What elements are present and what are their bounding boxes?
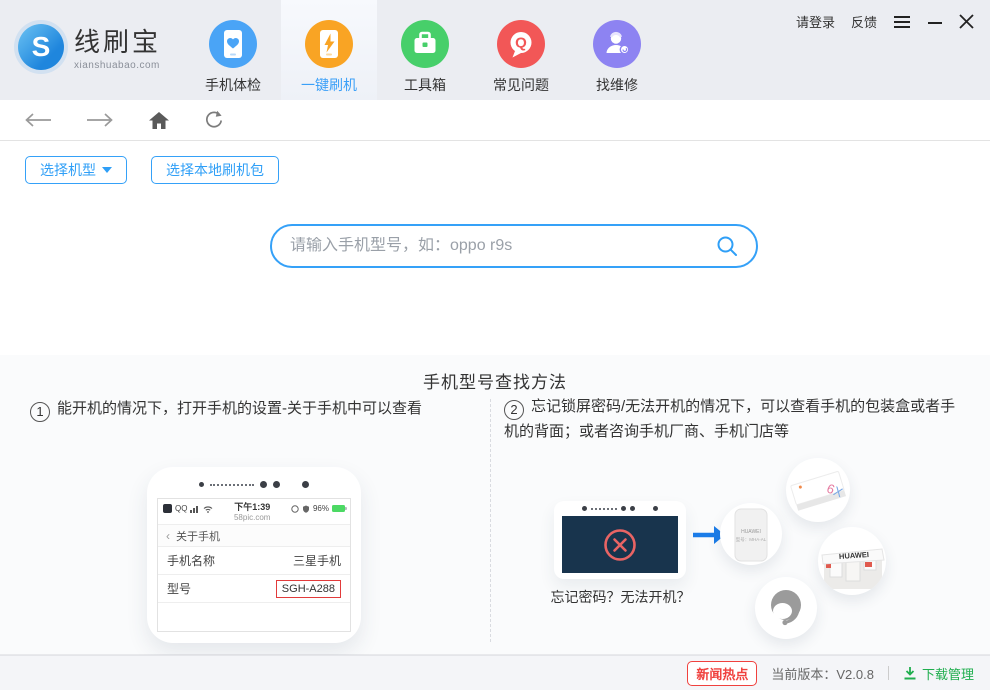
- locked-caption: 忘记密码？无法开机？: [550, 589, 691, 605]
- forward-icon[interactable]: [86, 112, 114, 128]
- step-text: 忘记锁屏密码/无法开机的情况下，可以查看手机的包装盒或者手机的背面；或者咨询手机…: [504, 398, 956, 441]
- battery-percent: 96%: [312, 504, 329, 513]
- select-model-label: 选择机型: [40, 162, 96, 178]
- back-icon[interactable]: [24, 112, 52, 128]
- store-illustration: HUAWEI: [818, 527, 886, 595]
- locked-phone-illustration: [554, 501, 686, 579]
- step-number: 1: [30, 402, 50, 423]
- phone-site: 58pic.com: [233, 512, 271, 522]
- shield-icon: [302, 505, 309, 513]
- step-number: 2: [504, 400, 524, 421]
- download-icon: [904, 667, 916, 680]
- packaging-box-illustration: 6X: [786, 458, 850, 522]
- search-icon[interactable]: [716, 235, 738, 257]
- model-number-highlight: SGH-A288: [275, 579, 341, 598]
- back-chevron-icon: ‹: [166, 528, 170, 543]
- browser-toolbar: [0, 100, 990, 141]
- nav-item-toolbox[interactable]: 工具箱: [377, 0, 473, 100]
- nav-item-faq[interactable]: Q 常见问题: [473, 0, 569, 100]
- version-label: 当前版本：V2.0.8: [771, 666, 874, 682]
- nav-item-phone-checkup[interactable]: 手机体检: [185, 0, 281, 100]
- repair-icon: [593, 20, 641, 68]
- step-text: 能开机的情况下，打开手机的设置-关于手机中可以查看: [57, 400, 422, 417]
- signal-icon: [190, 505, 199, 513]
- flash-phone-icon: [305, 20, 353, 68]
- about-phone-row: ‹ 关于手机: [158, 525, 350, 547]
- window-controls: 请登录 反馈: [796, 12, 974, 31]
- phone-speaker-dots: [147, 467, 361, 488]
- nav-item-find-repair[interactable]: 找维修: [569, 0, 665, 100]
- search-box: [270, 224, 758, 268]
- svg-text:Q: Q: [515, 35, 527, 52]
- nav-label: 手机体检: [205, 77, 261, 93]
- row-value: 三星手机: [292, 554, 341, 568]
- menu-icon[interactable]: [893, 15, 911, 29]
- app-logo: S 线刷宝 xianshuabao.com: [18, 22, 161, 71]
- model-number-row: 型号 SGH-A288: [158, 575, 350, 603]
- login-link[interactable]: 请登录: [796, 12, 835, 31]
- phone-back-illustration: HUAWEI 型号：MHA-AL: [720, 503, 782, 565]
- select-local-rom-label: 选择本地刷机包: [166, 162, 264, 178]
- nav-label: 一键刷机: [301, 77, 357, 93]
- select-model-button[interactable]: 选择机型: [25, 156, 127, 184]
- row-label: 型号: [167, 582, 192, 596]
- select-local-rom-button[interactable]: 选择本地刷机包: [151, 156, 279, 184]
- phone-screen: QQ 下午1:39 58pic.com 96% ‹ 关于手机 手机名称 三星手机…: [157, 498, 351, 632]
- error-screen: [562, 516, 678, 573]
- download-manager-button[interactable]: 下载管理: [903, 664, 974, 683]
- action-buttons: 选择机型 选择本地刷机包: [25, 156, 279, 184]
- guide-step-1: 1 能开机的情况下，打开手机的设置-关于手机中可以查看: [30, 397, 485, 423]
- model-lookup-guide: 手机型号查找方法 1 能开机的情况下，打开手机的设置-关于手机中可以查看 2 忘记锁…: [0, 355, 990, 655]
- news-hotspot-button[interactable]: 新闻热点: [687, 660, 758, 686]
- guide-step-2: 2 忘记锁屏密码/无法开机的情况下，可以查看手机的包装盒或者手机的背面；或者咨询手…: [504, 395, 956, 443]
- nav-item-one-key-flash[interactable]: 一键刷机: [281, 0, 377, 100]
- refresh-icon[interactable]: [204, 110, 224, 130]
- error-x-icon: [604, 528, 636, 561]
- row-label: 手机名称: [167, 554, 216, 568]
- toolbox-icon: [401, 20, 449, 68]
- app-title: 线刷宝: [74, 27, 162, 57]
- status-bar: 新闻热点 当前版本：V2.0.8 下载管理: [0, 655, 990, 690]
- main-nav: 手机体检 一键刷机 工具箱 Q 常见问题 找维修: [185, 0, 665, 100]
- svg-text:HUAWEI: HUAWEI: [741, 529, 761, 535]
- feedback-link[interactable]: 反馈: [851, 12, 877, 31]
- phone-health-icon: [209, 20, 257, 68]
- wifi-icon: [204, 505, 213, 513]
- nav-label: 找维修: [596, 77, 638, 93]
- qq-icon: [163, 504, 172, 513]
- settings-phone-illustration: QQ 下午1:39 58pic.com 96% ‹ 关于手机 手机名称 三星手机…: [147, 467, 361, 643]
- customer-service-illustration: [755, 577, 817, 639]
- download-label: 下载管理: [921, 666, 974, 682]
- battery-icon: [332, 505, 347, 512]
- guide-title: 手机型号查找方法: [423, 373, 567, 392]
- nav-label: 常见问题: [493, 77, 549, 93]
- home-icon[interactable]: [148, 111, 170, 130]
- svg-text:型号：MHA-AL: 型号：MHA-AL: [736, 536, 767, 543]
- phone-name-row: 手机名称 三星手机: [158, 547, 350, 575]
- logo-icon: S: [18, 23, 64, 70]
- orientation-icon: [291, 504, 299, 513]
- carrier-label: QQ: [175, 504, 188, 513]
- phone-status-bar: QQ 下午1:39 58pic.com 96%: [158, 499, 350, 525]
- app-header: S 线刷宝 xianshuabao.com 手机体检 一键刷机 工具箱 Q 常见…: [0, 0, 990, 100]
- app-domain: xianshuabao.com: [74, 60, 160, 71]
- close-icon[interactable]: [959, 14, 974, 29]
- search-input[interactable]: [290, 237, 708, 255]
- column-divider: [490, 399, 491, 642]
- faq-icon: Q: [497, 20, 545, 68]
- nav-label: 工具箱: [404, 77, 446, 93]
- phone-time: 下午1:39: [234, 502, 271, 512]
- phone-speaker-dots: [554, 501, 686, 511]
- about-phone-label: 关于手机: [176, 530, 220, 543]
- chevron-down-icon: [102, 167, 112, 173]
- minimize-icon[interactable]: [927, 15, 943, 29]
- footer-divider: [887, 666, 889, 680]
